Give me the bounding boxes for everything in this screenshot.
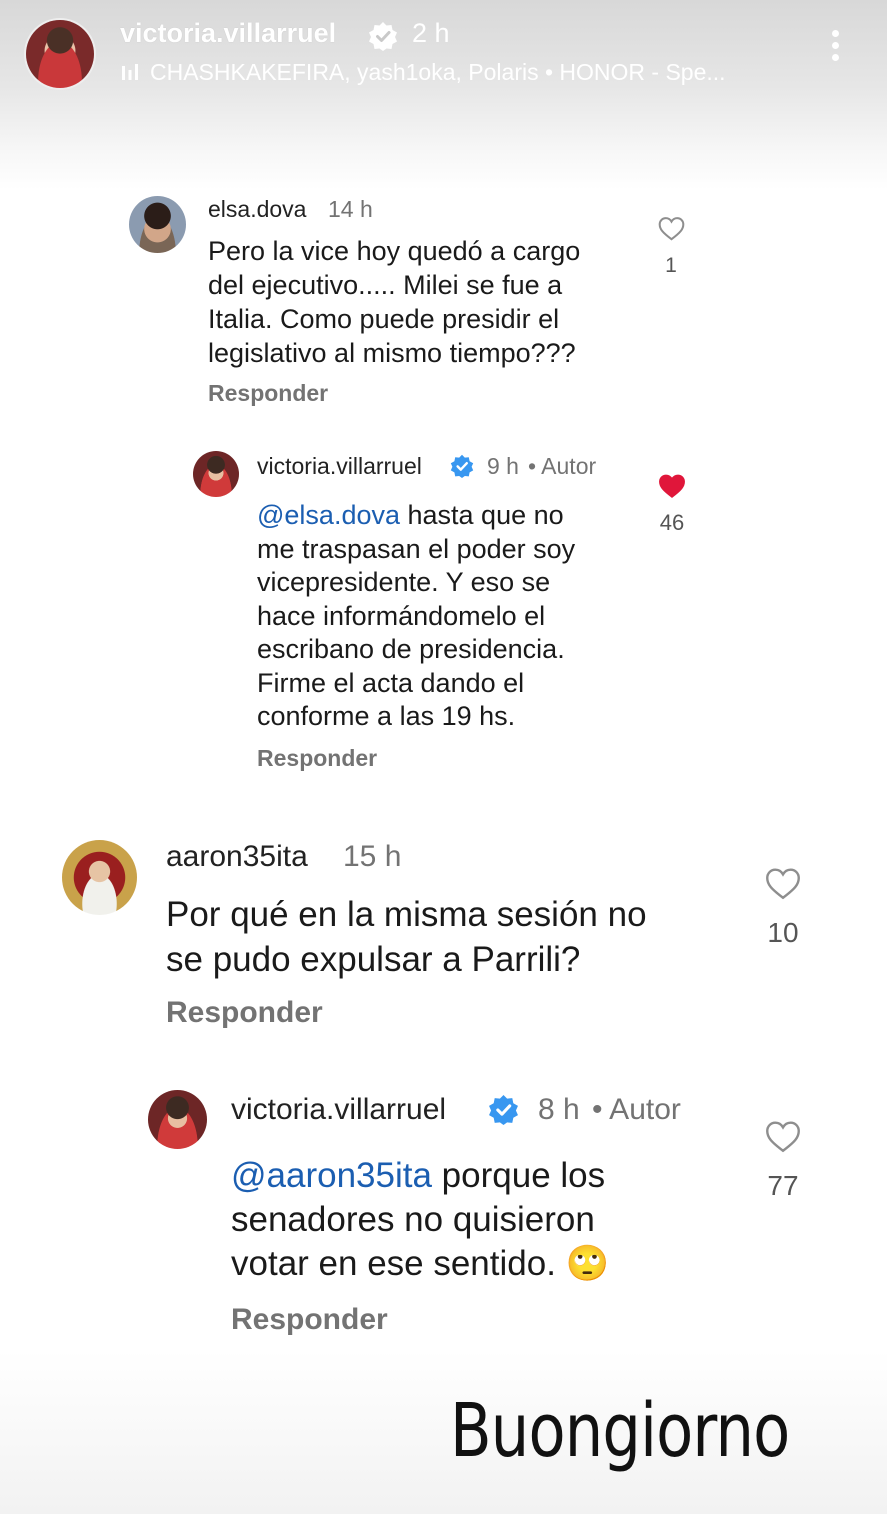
reply-button[interactable]: Responder: [208, 380, 328, 407]
heart-icon[interactable]: [658, 473, 686, 499]
comment-username[interactable]: victoria.villarruel: [231, 1093, 446, 1127]
comment-time: 15 h: [343, 840, 402, 873]
like-count: 77: [767, 1170, 799, 1201]
comment-username[interactable]: victoria.villarruel: [257, 453, 422, 480]
like-count: 10: [767, 917, 799, 948]
story-time: 2 h: [412, 18, 450, 48]
verified-badge-icon: [489, 1095, 518, 1125]
music-bars-icon: [122, 64, 138, 80]
mention-link[interactable]: @elsa.dova: [257, 500, 400, 530]
story-music-label[interactable]: CHASHKAKEFIRA, yash1oka, Polaris • HONOR…: [150, 59, 726, 86]
heart-icon[interactable]: [658, 216, 685, 241]
heart-icon[interactable]: [765, 1120, 801, 1153]
avatar[interactable]: [148, 1090, 207, 1149]
comment-text: @aaron35ita porque los senadores no quis…: [231, 1154, 609, 1286]
comment-text: @elsa.dova hasta que no me traspasan el …: [257, 499, 575, 734]
reply-button[interactable]: Responder: [166, 996, 323, 1030]
comment-username[interactable]: elsa.dova: [208, 196, 306, 223]
like-count: 46: [659, 510, 685, 535]
comment-time: 9 h: [487, 453, 519, 479]
author-tag: • Autor: [528, 453, 597, 479]
verified-badge-icon: [369, 22, 397, 51]
story-caption: Buongiorno: [450, 1388, 790, 1474]
mention-link[interactable]: @aaron35ita: [231, 1156, 432, 1195]
heart-icon[interactable]: [765, 867, 801, 900]
comment-time: 14 h: [328, 196, 373, 222]
avatar[interactable]: [62, 840, 137, 915]
like-count: 1: [665, 254, 677, 277]
reply-button[interactable]: Responder: [257, 745, 377, 772]
comment-body: hasta que no me traspasan el poder soy v…: [257, 500, 576, 731]
comment-username[interactable]: aaron35ita: [166, 840, 308, 874]
comment-text: Pero la vice hoy quedó a cargo del ejecu…: [208, 236, 581, 368]
verified-badge-icon: [450, 454, 474, 478]
more-vertical-icon[interactable]: [828, 30, 842, 70]
story-avatar[interactable]: [26, 20, 94, 88]
author-tag: • Autor: [592, 1093, 681, 1126]
story-username[interactable]: victoria.villarruel: [120, 18, 336, 49]
comment-time: 8 h: [538, 1093, 580, 1126]
avatar[interactable]: [193, 451, 239, 497]
comment-text: Por qué en la misma sesión no se pudo ex…: [166, 895, 647, 979]
reply-button[interactable]: Responder: [231, 1303, 388, 1337]
avatar[interactable]: [129, 196, 186, 253]
